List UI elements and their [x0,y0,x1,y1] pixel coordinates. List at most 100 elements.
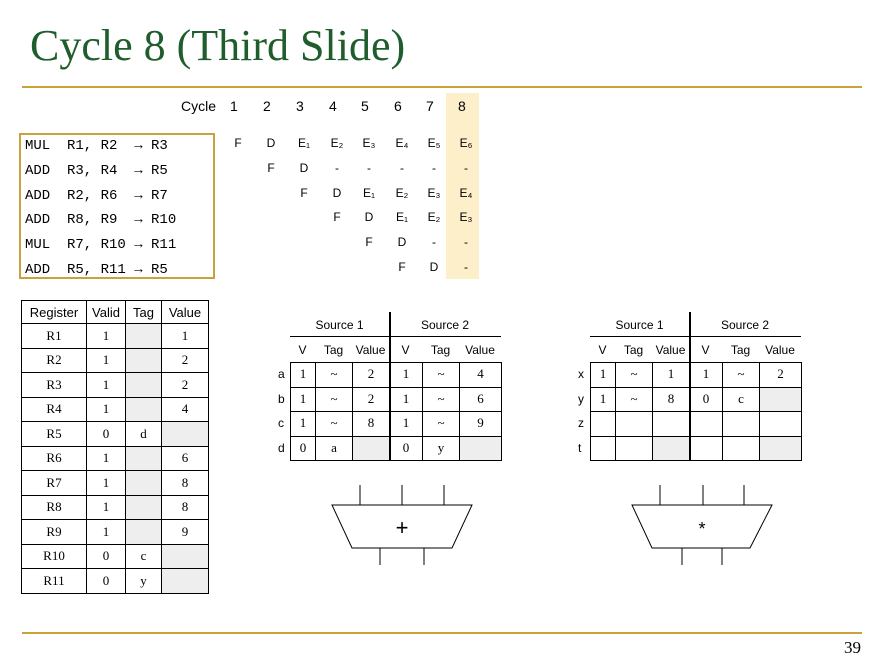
multiplier-unit: * [631,485,773,565]
bottom-divider [22,632,862,634]
rs-cell: 2 [759,362,802,388]
rs-cell [615,435,653,461]
register-cell [125,323,162,349]
rs-cell: ~ [422,362,460,388]
register-file-table: Register Valid Tag Value R1 1 1 R2 1 2 R3 1 2 R4 1 4 R5… [21,300,209,594]
pipeline-stage: - [464,260,468,274]
register-cell: 0 [86,543,126,569]
register-cell: R8 [21,494,87,520]
rs-cell: 1 [290,411,316,437]
slide-title: Cycle 8 (Third Slide) [30,21,406,70]
rs-cell: 1 [590,386,616,412]
register-row: R2 1 2 [21,347,209,373]
register-cell [125,347,162,373]
rs-cell: y [422,435,460,461]
cycle-label: Cycle [181,98,217,114]
rs-cell [759,435,802,461]
register-cell: R4 [21,396,87,422]
register-cell: R2 [21,347,87,373]
pipeline-stage: E₂ [427,210,441,224]
register-row: R5 0 d [21,421,209,447]
adder-unit: + [331,485,473,565]
register-row: R9 1 9 [21,519,209,545]
top-divider [22,86,862,88]
register-cell: 1 [86,494,126,520]
pipeline-stage: E₁ [362,186,376,200]
pipeline-stage: E₃ [427,186,441,200]
register-row: R6 1 6 [21,445,209,471]
cycle-number: 3 [296,98,304,114]
column-header: Tag [730,343,751,357]
rs-cell: 1 [689,362,723,388]
pipeline-stage: E₆ [459,136,473,150]
rs-cell [590,435,616,461]
rs-row-label: a [278,367,285,381]
cycle-number: 2 [263,98,271,114]
register-cell: 1 [86,396,126,422]
register-row: R8 1 8 [21,494,209,520]
register-row: R4 1 4 [21,396,209,422]
column-header: V [401,343,410,357]
column-header: V [598,343,607,357]
register-row: R3 1 2 [21,372,209,398]
pipeline-stage: E₅ [427,136,441,150]
register-cell [161,543,209,569]
register-cell: c [125,543,162,569]
register-cell: 8 [161,494,209,520]
rs-cell [590,411,616,437]
column-header: V [298,343,307,357]
rs-row-label: c [278,416,284,430]
register-cell: 4 [161,396,209,422]
register-cell: R5 [21,421,87,447]
pipeline-stage: E₁ [297,136,311,150]
pipeline-stage: F [300,186,308,200]
register-cell: R9 [21,519,87,545]
register-cell: 1 [86,470,126,496]
rs-cell: ~ [422,386,460,412]
pipeline-stage: E₃ [362,136,376,150]
rs-cell: 1 [290,386,316,412]
instruction-box [19,133,215,279]
register-row: R11 0 y [21,568,209,594]
pipeline-stage: D [429,260,439,274]
register-cell [125,372,162,398]
rs-cell: 1 [290,362,316,388]
pipeline-stage: E₄ [395,136,409,150]
register-cell: 0 [86,568,126,594]
column-header: Value [765,343,795,357]
register-cell: y [125,568,162,594]
rs-cell: ~ [315,362,353,388]
header-rule [290,336,501,337]
rs-cell: ~ [422,411,460,437]
rs-cell: ~ [722,362,760,388]
rs-cell: 9 [459,411,502,437]
register-cell: R6 [21,445,87,471]
register-column-header: Tag [125,300,162,324]
rs-cell: a [315,435,353,461]
page-number: 39 [844,638,861,657]
column-header: V [701,343,710,357]
register-cell: R7 [21,470,87,496]
rs-cell [722,435,760,461]
register-cell: 1 [86,519,126,545]
register-cell: 2 [161,372,209,398]
pipeline-stage: - [400,161,404,175]
pipeline-stage: D [364,210,374,224]
rs-cell: ~ [315,386,353,412]
register-row: R10 0 c [21,543,209,569]
rs-cell: 1 [389,386,423,412]
rs-cell [722,411,760,437]
register-row: R7 1 8 [21,470,209,496]
register-cell: 1 [161,323,209,349]
rs-cell: 0 [689,386,723,412]
rs-cell: ~ [615,362,653,388]
rs-cell: 1 [389,411,423,437]
rs-cell: 2 [352,386,390,412]
column-header: Tag [323,343,344,357]
register-cell [125,445,162,471]
register-column-header: Register [21,300,87,324]
rs-row-label: y [578,391,584,406]
register-cell [161,568,209,594]
cycle-number: 7 [426,98,434,114]
source2-label: Source 2 [420,318,470,332]
